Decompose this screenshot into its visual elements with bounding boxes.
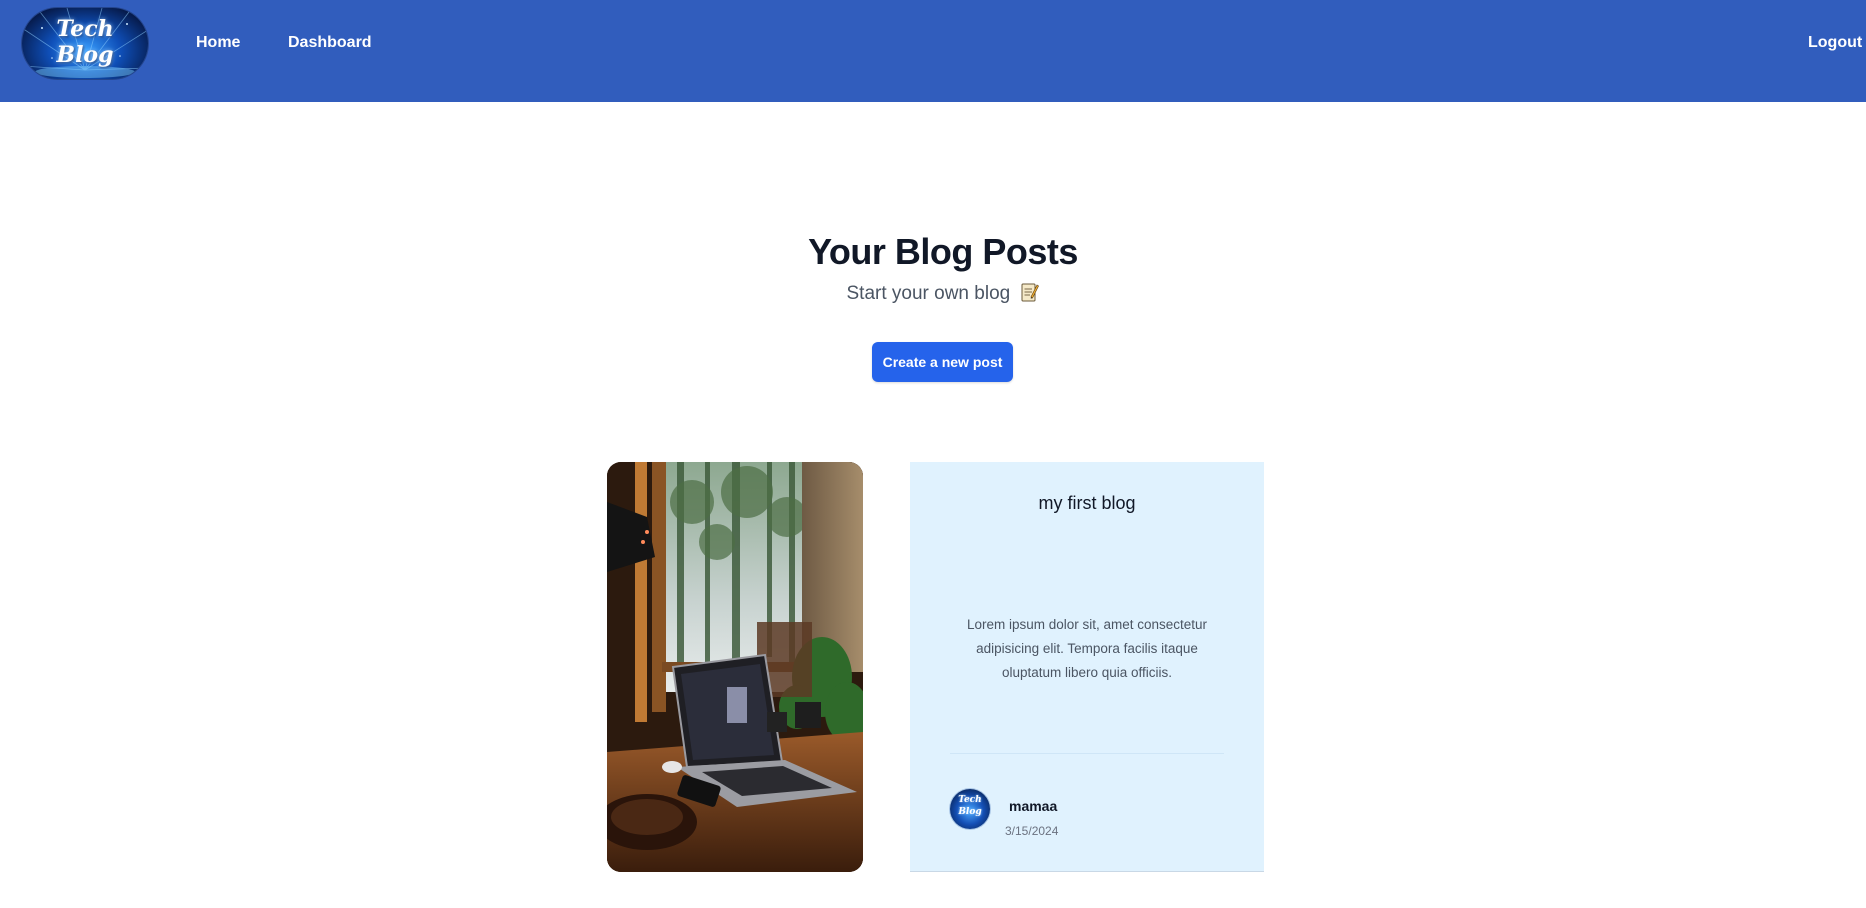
memo-icon: [1021, 282, 1040, 302]
nav-home-link[interactable]: Home: [196, 32, 240, 54]
post-excerpt: Lorem ipsum dolor sit, amet consectetur …: [966, 617, 1208, 680]
page-title: Your Blog Posts: [808, 231, 1078, 272]
post-divider: [950, 753, 1224, 754]
page-subtitle: Start your own blog: [0, 281, 1866, 307]
post-image[interactable]: [607, 462, 863, 872]
tech-blog-logo[interactable]: Tech Blog: [22, 8, 148, 79]
author-avatar: Tech Blog: [950, 789, 990, 829]
subtitle-text: Start your own blog: [846, 283, 1011, 304]
avatar-logo-text: Tech Blog: [958, 795, 982, 817]
navbar: Tech Blog Home Dashboard Logout: [0, 0, 1866, 102]
post-card[interactable]: my first blog Lorem ipsum dolor sit, ame…: [910, 462, 1264, 872]
post-date: 3/15/2024: [1005, 824, 1059, 838]
create-post-button[interactable]: Create a new post: [872, 342, 1013, 382]
post-title[interactable]: my first blog: [910, 490, 1264, 516]
author-name: mamaa: [1009, 798, 1058, 814]
logo-text: Tech Blog: [56, 16, 114, 68]
nav-dashboard-link[interactable]: Dashboard: [288, 32, 372, 54]
laptop-desk-photo-icon: [607, 462, 863, 872]
nav-logout-link[interactable]: Logout: [1808, 32, 1866, 54]
